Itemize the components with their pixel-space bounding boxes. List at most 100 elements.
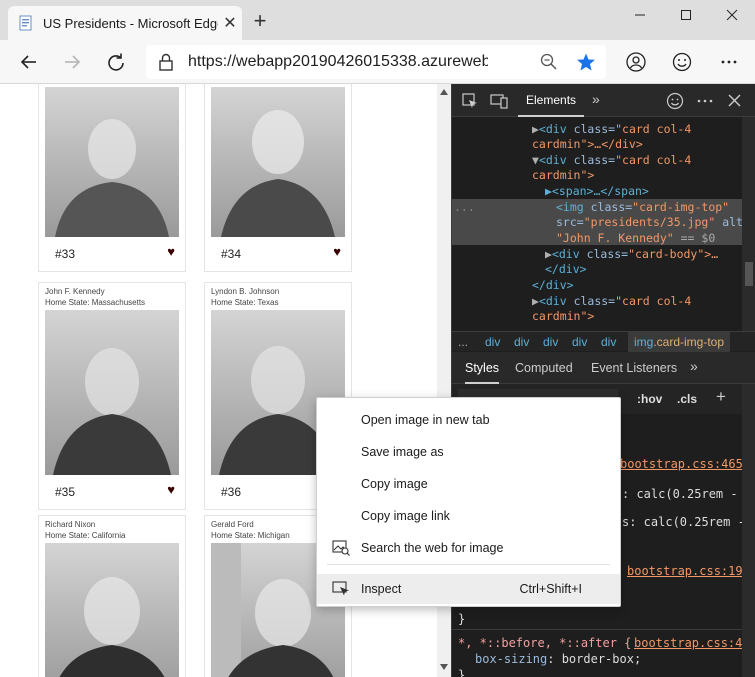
tab-elements[interactable]: Elements — [518, 84, 585, 117]
breadcrumb-overflow[interactable]: ... — [458, 335, 468, 349]
lock-icon[interactable] — [158, 53, 174, 71]
dom-node[interactable]: </div> — [532, 278, 574, 294]
menu-item-save-image-as[interactable]: Save image as — [317, 437, 620, 467]
heart-icon[interactable]: ♥ — [167, 244, 175, 259]
dom-node[interactable]: ▶<div class="card col-4 — [532, 294, 691, 310]
settings-menu-button[interactable] — [713, 46, 745, 78]
image-search-icon — [332, 540, 350, 556]
tab-computed[interactable]: Computed — [515, 361, 573, 375]
president-photo[interactable] — [45, 310, 179, 475]
president-photo[interactable] — [211, 87, 345, 237]
breadcrumb-item[interactable]: div — [601, 335, 616, 349]
css-declaration[interactable]: : calc(0.25rem - — [622, 487, 738, 501]
breadcrumb-item[interactable]: div — [572, 335, 587, 349]
browser-tab[interactable]: US Presidents - Microsoft Edge D ✕ — [8, 6, 242, 40]
card-number: #36 — [221, 485, 242, 499]
minimize-icon — [635, 14, 645, 16]
styles-tab-bar: Styles Computed Event Listeners » — [452, 352, 755, 384]
refresh-button[interactable] — [100, 46, 132, 78]
dom-node[interactable]: </div> — [545, 262, 587, 278]
forward-arrow-icon — [65, 55, 81, 69]
menu-item-copy-image-link[interactable]: Copy image link — [317, 501, 620, 531]
css-brace: } — [458, 668, 466, 677]
dom-node[interactable]: ▶<div class="card col-4 — [532, 122, 691, 138]
breadcrumb-item[interactable]: div — [485, 335, 500, 349]
tab-styles[interactable]: Styles — [465, 361, 500, 384]
menu-item-copy-image[interactable]: Copy image — [317, 469, 620, 499]
dom-node[interactable]: ▶<span>…</span> — [545, 184, 649, 200]
home-state: Home State: Massachusetts — [45, 298, 146, 307]
dom-scrollbar[interactable] — [742, 117, 755, 331]
devtools-close-icon[interactable] — [728, 94, 741, 107]
feedback-button[interactable] — [666, 46, 698, 78]
dom-node[interactable]: ▶<div class="card-body">… — [545, 247, 718, 263]
profile-icon — [626, 52, 646, 72]
scroll-down-icon[interactable] — [440, 664, 448, 670]
president-card: John F. Kennedy Home State: Massachusett… — [38, 282, 186, 510]
card-number: #34 — [221, 247, 242, 261]
css-declaration[interactable]: s: calc(0.25rem - — [622, 515, 745, 529]
devtools-toolbar: Elements » — [452, 84, 755, 117]
more-panes-button[interactable]: » — [690, 358, 698, 374]
president-photo[interactable] — [45, 543, 179, 677]
url-text[interactable]: https://webapp20190426015338.azurewebsit… — [188, 53, 488, 71]
address-bar[interactable]: https://webapp20190426015338.azurewebsit… — [146, 45, 606, 79]
new-style-rule-button[interactable]: + — [716, 387, 726, 407]
heart-icon[interactable]: ♥ — [167, 482, 175, 497]
dom-node[interactable]: cardmin"> — [532, 309, 594, 325]
styles-scrollbar[interactable] — [742, 384, 755, 677]
breadcrumb-item[interactable]: div — [543, 335, 558, 349]
class-toggle[interactable]: .cls — [677, 392, 697, 406]
dom-node[interactable]: cardmin"> — [532, 168, 594, 184]
tab-strip: US Presidents - Microsoft Edge D ✕ + — [0, 0, 755, 40]
css-selector[interactable]: *, *::before, *::after { — [458, 636, 631, 650]
breadcrumb-item[interactable]: div — [514, 335, 529, 349]
minimize-button[interactable] — [617, 0, 663, 30]
selected-dom-node[interactable]: <img class="card-img-top" — [556, 200, 729, 216]
back-button[interactable] — [13, 46, 45, 78]
inspect-icon — [332, 581, 349, 596]
scroll-thumb[interactable] — [745, 262, 753, 286]
breadcrumb-current[interactable]: img.card-img-top — [628, 332, 731, 352]
zoom-icon[interactable] — [540, 53, 558, 71]
president-photo[interactable] — [45, 87, 179, 237]
devtools-more-icon[interactable] — [696, 94, 714, 108]
card-number: #33 — [55, 247, 76, 261]
portrait-silhouette — [53, 348, 171, 475]
node-actions-dots[interactable]: ... — [454, 200, 475, 216]
close-icon — [726, 9, 738, 21]
heart-icon[interactable]: ♥ — [333, 244, 341, 259]
menu-separator — [327, 564, 610, 565]
feedback-smiley-icon[interactable] — [666, 92, 684, 110]
menu-item-open-image-new-tab[interactable]: Open image in new tab — [317, 405, 620, 435]
breadcrumb: ... div div div div div img.card-img-top — [452, 331, 755, 352]
hover-state-toggle[interactable]: :hov — [637, 392, 662, 406]
selected-dom-node[interactable]: "John F. Kennedy" == $0 — [556, 231, 715, 247]
selected-dom-node[interactable]: src="presidents/35.jpg" alt= — [556, 215, 750, 231]
forward-button[interactable] — [56, 46, 88, 78]
tab-event-listeners[interactable]: Event Listeners — [591, 361, 677, 375]
inspect-element-icon[interactable] — [462, 93, 478, 109]
dom-tree: ▶<div class="card col-4 cardmin">…</div>… — [452, 117, 750, 332]
scroll-up-icon[interactable] — [440, 89, 448, 95]
new-tab-button[interactable]: + — [248, 10, 272, 34]
home-state: Home State: Texas — [211, 298, 279, 307]
stylesheet-link[interactable]: bootstrap.css:40 — [634, 636, 750, 650]
tab-close-icon[interactable]: ✕ — [218, 13, 242, 33]
close-window-button[interactable] — [709, 0, 755, 30]
profile-button[interactable] — [620, 46, 652, 78]
favorite-star-icon[interactable] — [576, 52, 596, 72]
tab-title: US Presidents - Microsoft Edge D — [43, 15, 218, 31]
css-declaration[interactable]: box-sizing: border-box; — [475, 652, 641, 666]
stylesheet-link[interactable]: bootstrap.css:4659 — [620, 457, 750, 471]
dom-node[interactable]: ▼<div class="card col-4 — [532, 153, 691, 169]
menu-item-inspect[interactable]: Inspect Ctrl+Shift+I — [317, 574, 620, 604]
more-tabs-button[interactable]: » — [592, 91, 600, 107]
maximize-button[interactable] — [663, 0, 709, 30]
device-emulation-icon[interactable] — [490, 93, 508, 109]
navigation-bar: https://webapp20190426015338.azurewebsit… — [0, 40, 755, 84]
menu-item-search-web-for-image[interactable]: Search the web for image — [317, 533, 620, 563]
dom-node[interactable]: cardmin">…</div> — [532, 137, 643, 153]
smiley-icon — [672, 52, 692, 72]
stylesheet-link[interactable]: bootstrap.css:198 — [627, 564, 750, 578]
